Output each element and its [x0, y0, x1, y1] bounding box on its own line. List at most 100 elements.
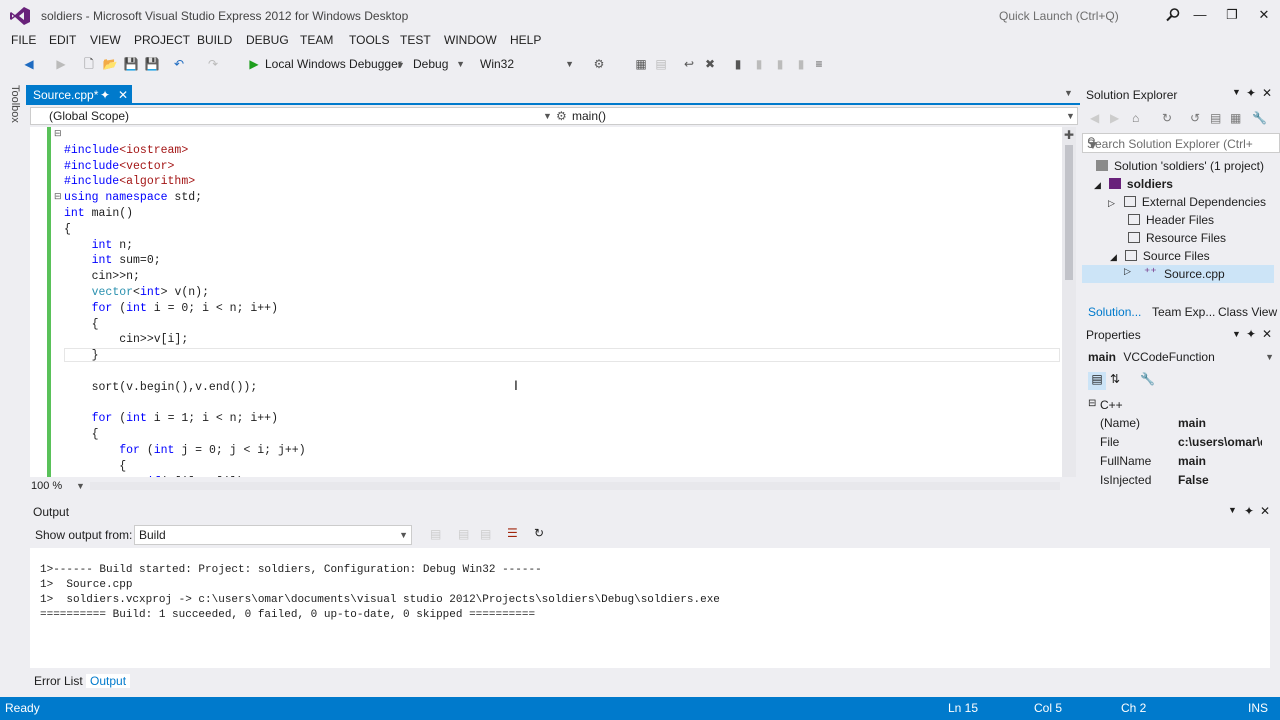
- menu-tools[interactable]: TOOLS: [349, 33, 389, 47]
- toolbox-strip[interactable]: Toolbox: [0, 80, 24, 500]
- property-row[interactable]: File c:\users\omar\documents: [1082, 433, 1262, 452]
- solution-search-input[interactable]: Search Solution Explorer (Ctrl+;) ⚲ ▼: [1082, 133, 1280, 153]
- save-icon[interactable]: 💾: [122, 55, 140, 73]
- menu-build[interactable]: BUILD: [197, 33, 232, 47]
- alphabetical-icon[interactable]: ⇅: [1110, 372, 1120, 386]
- pin-icon[interactable]: ✦: [1244, 504, 1254, 518]
- solution-config-icon[interactable]: ▦: [632, 55, 650, 73]
- word-wrap-icon[interactable]: ↻: [534, 526, 544, 540]
- bookmark-clear-icon[interactable]: ✖: [701, 55, 719, 73]
- go-to-prev-message-icon[interactable]: ▤: [430, 527, 441, 541]
- panel-menu-icon[interactable]: ▼: [1232, 329, 1241, 339]
- tree-item-source-files[interactable]: ◢ Source Files: [1110, 249, 1210, 263]
- sync-icon[interactable]: ↻: [1162, 111, 1172, 125]
- properties-icon[interactable]: 🔧: [1252, 111, 1267, 125]
- close-panel-icon[interactable]: ✕: [1260, 504, 1270, 518]
- configuration-select[interactable]: Debug ▼: [408, 54, 468, 74]
- output-source-select[interactable]: Build ▼: [134, 525, 412, 545]
- close-panel-icon[interactable]: ✕: [1262, 327, 1272, 341]
- platform-select[interactable]: Win32 ▼: [475, 54, 577, 74]
- quick-launch-input[interactable]: Quick Launch (Ctrl+Q): [990, 3, 1188, 27]
- tree-item-project[interactable]: ◢ soldiers: [1094, 177, 1173, 191]
- refresh-icon[interactable]: ↺: [1190, 111, 1200, 125]
- bookmark-prev-icon[interactable]: ↩: [680, 55, 698, 73]
- go-to-next-message-icon[interactable]: ▤: [458, 527, 469, 541]
- find-message-icon[interactable]: ▤: [480, 527, 491, 541]
- categorized-icon[interactable]: ▤: [1088, 372, 1106, 390]
- debugger-label[interactable]: Local Windows Debugger: [265, 57, 402, 71]
- tab-overflow-icon[interactable]: ▼: [1064, 88, 1073, 98]
- tab-class-view[interactable]: Class View: [1218, 305, 1277, 319]
- toolbar-overflow-icon[interactable]: ≡: [810, 55, 828, 73]
- category-cpp[interactable]: ⊟ C++: [1082, 396, 1262, 414]
- collapse-main-icon[interactable]: ⊟: [54, 191, 62, 202]
- zoom-level[interactable]: 100 %: [31, 480, 62, 492]
- undo-icon[interactable]: ↶: [170, 55, 188, 73]
- editor-horizontal-scrollbar[interactable]: [90, 482, 1060, 490]
- find-in-files-icon[interactable]: ⚙: [590, 55, 608, 73]
- chevron-down-icon[interactable]: ▼: [1066, 111, 1075, 121]
- split-editor-icon[interactable]: ✚: [1064, 128, 1074, 142]
- bookmark-remove-icon[interactable]: ▮: [792, 55, 810, 73]
- property-row[interactable]: IsInjected False: [1082, 471, 1262, 490]
- output-text-area[interactable]: 1>------ Build started: Project: soldier…: [30, 548, 1270, 668]
- close-button[interactable]: ✕: [1250, 4, 1278, 26]
- start-debugging-icon[interactable]: ▶: [245, 55, 263, 73]
- menu-window[interactable]: WINDOW: [444, 33, 497, 47]
- comment-icon[interactable]: ▤: [652, 55, 670, 73]
- object-selector[interactable]: main VCCodeFunction ▼: [1088, 350, 1280, 368]
- panel-menu-icon[interactable]: ▼: [1232, 87, 1241, 97]
- tab-source-cpp[interactable]: Source.cpp* ✦ ✕: [26, 85, 132, 105]
- tab-output[interactable]: Output: [86, 674, 131, 688]
- save-all-icon[interactable]: 💾: [143, 55, 161, 73]
- pin-icon[interactable]: ✦: [1246, 327, 1256, 341]
- open-file-icon[interactable]: 📂: [101, 55, 119, 73]
- tab-error-list[interactable]: Error List: [34, 674, 83, 688]
- bookmark-next-icon[interactable]: ▮: [750, 55, 768, 73]
- forward-icon[interactable]: ▶: [1110, 111, 1119, 125]
- tree-item-header-files[interactable]: Header Files: [1128, 213, 1214, 227]
- tab-solution[interactable]: Solution...: [1088, 305, 1141, 319]
- debugger-dropdown-icon[interactable]: ▼: [396, 57, 405, 71]
- scope-dropdown[interactable]: (Global Scope): [49, 109, 129, 123]
- menu-project[interactable]: PROJECT: [134, 33, 190, 47]
- menu-view[interactable]: VIEW: [90, 33, 121, 47]
- tree-item-resource-files[interactable]: Resource Files: [1128, 231, 1226, 245]
- chevron-down-icon[interactable]: ▼: [543, 111, 552, 121]
- menu-debug[interactable]: DEBUG: [246, 33, 289, 47]
- menu-file[interactable]: FILE: [11, 33, 36, 47]
- navigate-back-icon[interactable]: ◀: [20, 55, 38, 73]
- navigate-forward-icon[interactable]: ▶: [52, 55, 70, 73]
- back-icon[interactable]: ◀: [1090, 111, 1099, 125]
- menu-edit[interactable]: EDIT: [49, 33, 76, 47]
- bookmark-icon[interactable]: ▮: [729, 55, 747, 73]
- panel-menu-icon[interactable]: ▼: [1228, 505, 1237, 515]
- menu-team[interactable]: TEAM: [300, 33, 333, 47]
- code-editor[interactable]: #include<iostream> #include<vector> #inclu…: [30, 127, 1068, 477]
- property-pages-icon[interactable]: 🔧: [1140, 372, 1155, 386]
- collapse-include-icon[interactable]: ⊟: [54, 128, 62, 139]
- editor-scroll-thumb[interactable]: [1065, 145, 1073, 280]
- property-row[interactable]: FullName main: [1082, 452, 1262, 471]
- tab-team-explorer[interactable]: Team Exp...: [1152, 305, 1215, 319]
- new-project-icon[interactable]: 🗋: [80, 55, 98, 73]
- menu-test[interactable]: TEST: [400, 33, 431, 47]
- bookmark-next-folder-icon[interactable]: ▮: [771, 55, 789, 73]
- redo-icon[interactable]: ↷: [204, 55, 222, 73]
- clear-all-icon[interactable]: ☰: [507, 526, 518, 540]
- menu-help[interactable]: HELP: [510, 33, 541, 47]
- tree-item-solution[interactable]: Solution 'soldiers' (1 project): [1096, 159, 1264, 173]
- tree-item-source-cpp[interactable]: ▷ ⁺⁺ Source.cpp: [1082, 265, 1274, 283]
- chevron-down-icon[interactable]: ▼: [76, 481, 85, 491]
- collapse-all-icon[interactable]: ▤: [1210, 111, 1221, 125]
- home-icon[interactable]: ⌂: [1132, 111, 1139, 125]
- function-dropdown[interactable]: main(): [572, 109, 606, 123]
- pin-icon[interactable]: ✦: [100, 85, 110, 105]
- maximize-button[interactable]: ❐: [1218, 4, 1246, 26]
- close-panel-icon[interactable]: ✕: [1262, 86, 1272, 100]
- close-tab-icon[interactable]: ✕: [118, 85, 128, 105]
- show-all-files-icon[interactable]: ▦: [1230, 111, 1241, 125]
- pin-icon[interactable]: ✦: [1246, 86, 1256, 100]
- minimize-button[interactable]: —: [1186, 4, 1214, 26]
- property-row[interactable]: (Name) main: [1082, 414, 1262, 433]
